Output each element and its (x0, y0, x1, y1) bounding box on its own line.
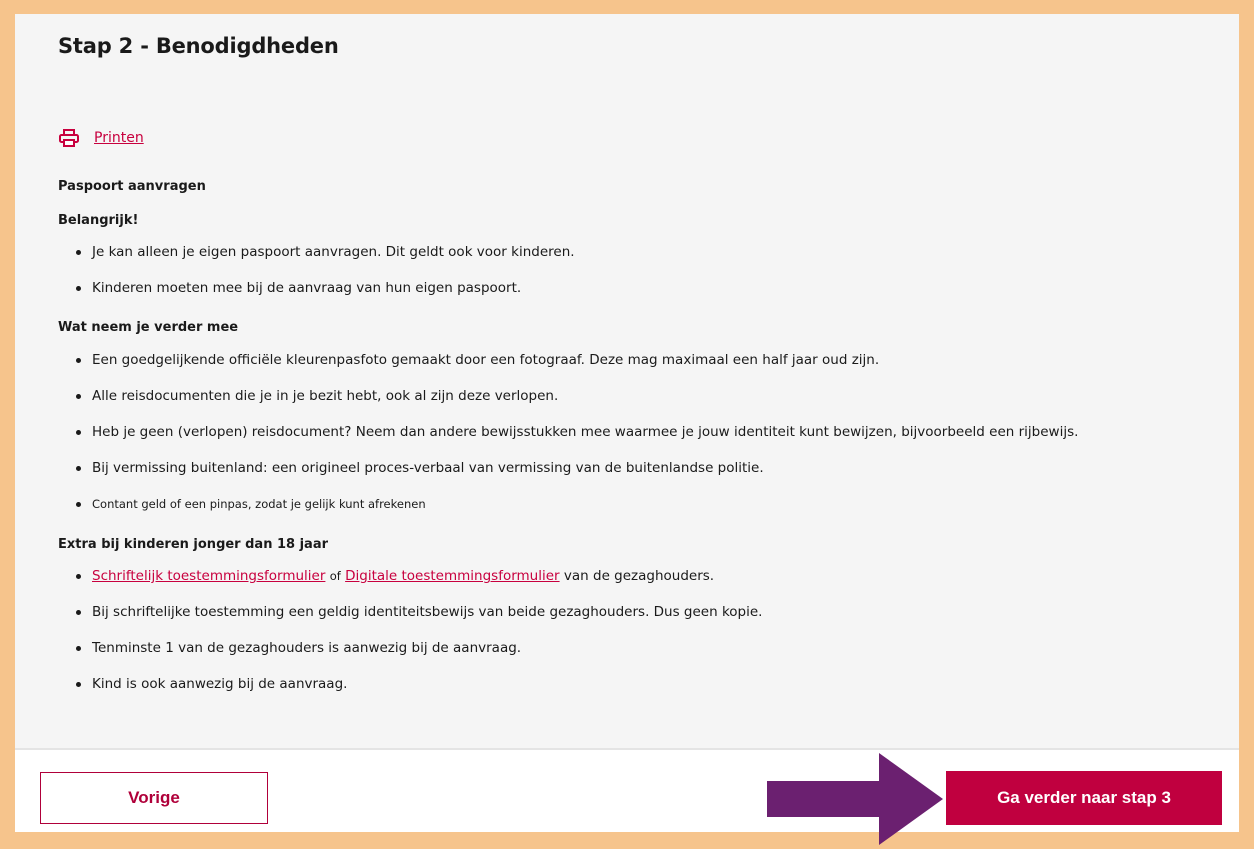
list-item: Heb je geen (verlopen) reisdocument? Nee… (58, 422, 1078, 458)
important-list: Je kan alleen je eigen paspoort aanvrage… (58, 242, 575, 314)
page-title: Stap 2 - Benodigdheden (58, 34, 339, 58)
digital-consent-form-link[interactable]: Digitale toestemmingsformulier (345, 568, 559, 584)
list-item-suffix: van de gezaghouders. (563, 568, 715, 584)
printer-icon[interactable] (58, 129, 80, 147)
children-heading: Extra bij kinderen jonger dan 18 jaar (58, 537, 329, 552)
bring-heading: Wat neem je verder mee (58, 320, 239, 335)
next-step-button[interactable]: Ga verder naar stap 3 (946, 771, 1222, 825)
content: Stap 2 - Benodigdheden Printen Paspoort … (58, 34, 1219, 692)
previous-button[interactable]: Vorige (40, 772, 268, 824)
list-item: Kinderen moeten mee bij de aanvraag van … (58, 278, 575, 314)
list-item: Tenminste 1 van de gezaghouders is aanwe… (58, 638, 762, 674)
arrow-right-icon (767, 753, 943, 845)
print-row[interactable]: Printen (58, 129, 144, 147)
list-item: Een goedgelijkende officiële kleurenpasf… (58, 350, 1078, 386)
list-item: Alle reisdocumenten die je in je bezit h… (58, 386, 1078, 422)
list-item: Kind is ook aanwezig bij de aanvraag. (58, 674, 762, 710)
section-heading: Paspoort aanvragen (58, 179, 206, 194)
main-panel: Stap 2 - Benodigdheden Printen Paspoort … (15, 14, 1239, 845)
important-heading: Belangrijk! (58, 213, 139, 228)
or-text: of (329, 569, 341, 583)
list-item: Contant geld of een pinpas, zodat je gel… (58, 494, 1078, 530)
written-consent-form-link[interactable]: Schriftelijk toestemmingsformulier (92, 568, 325, 584)
print-link[interactable]: Printen (94, 130, 144, 146)
list-item: Schriftelijk toestemmingsformulier of Di… (58, 566, 762, 602)
list-item: Je kan alleen je eigen paspoort aanvrage… (58, 242, 575, 278)
bring-list: Een goedgelijkende officiële kleurenpasf… (58, 350, 1078, 530)
footer-bar: Vorige Ga verder naar stap 3 (15, 748, 1239, 845)
list-item: Bij vermissing buitenland: een origineel… (58, 458, 1078, 494)
children-list: Schriftelijk toestemmingsformulier of Di… (58, 566, 762, 710)
list-item: Bij schriftelijke toestemming een geldig… (58, 602, 762, 638)
